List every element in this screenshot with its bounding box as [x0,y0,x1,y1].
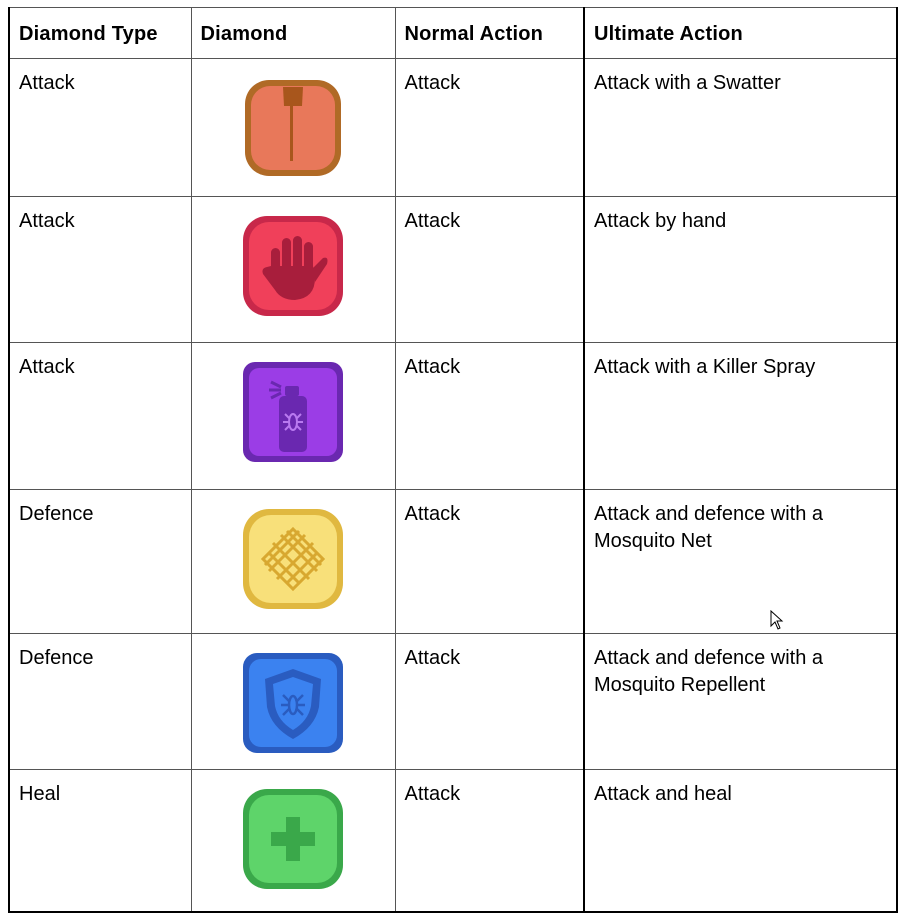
normal-action-cell: Attack [394,633,585,770]
normal-action-cell: Attack [394,58,585,197]
table-row: Attack Attack Attack with a Swatter [8,58,898,197]
ultimate-action-cell: Attack and heal [583,769,898,913]
ultimate-action-cell: Attack by hand [583,196,898,343]
table-row: Defence Attack Attack and defence with a… [8,489,898,634]
normal-action-cell: Attack [394,196,585,343]
header-diamond: Diamond [190,7,396,59]
ultimate-action-cell: Attack with a Killer Spray [583,342,898,490]
table-row: Attack [8,196,898,343]
table-header-row: Diamond Type Diamond Normal Action Ultim… [8,7,898,59]
diamond-cell [190,633,396,770]
diamond-cell [190,58,396,197]
diamond-cell [190,769,396,913]
table-row: Heal Attack Attack and heal [8,769,898,913]
mosquito-net-icon [241,507,345,611]
ultimate-action-cell: Attack with a Swatter [583,58,898,197]
diamond-type-cell: Attack [8,58,192,197]
swatter-icon [241,76,345,180]
diamond-type-cell: Defence [8,489,192,634]
diamond-table: Diamond Type Diamond Normal Action Ultim… [8,7,898,913]
mouse-cursor-icon [770,610,784,630]
diamond-type-cell: Attack [8,342,192,490]
hand-icon [241,214,345,318]
diamond-cell [190,489,396,634]
diamond-cell [190,342,396,490]
header-ultimate-action: Ultimate Action [583,7,898,59]
ultimate-action-cell: Attack and defence with a Mosquito Net [583,489,898,634]
table-row: Attack [8,342,898,490]
table-row: Defence Attack Attack and defence with a… [8,633,898,770]
header-diamond-type: Diamond Type [8,7,192,59]
ultimate-action-cell: Attack and defence with a Mosquito Repel… [583,633,898,770]
shield-icon [241,651,345,755]
diamond-type-cell: Defence [8,633,192,770]
diamond-type-cell: Heal [8,769,192,913]
diamond-type-cell: Attack [8,196,192,343]
normal-action-cell: Attack [394,769,585,913]
spray-can-icon [241,360,345,464]
plus-icon [241,787,345,891]
normal-action-cell: Attack [394,489,585,634]
header-normal-action: Normal Action [394,7,585,59]
normal-action-cell: Attack [394,342,585,490]
diamond-cell [190,196,396,343]
